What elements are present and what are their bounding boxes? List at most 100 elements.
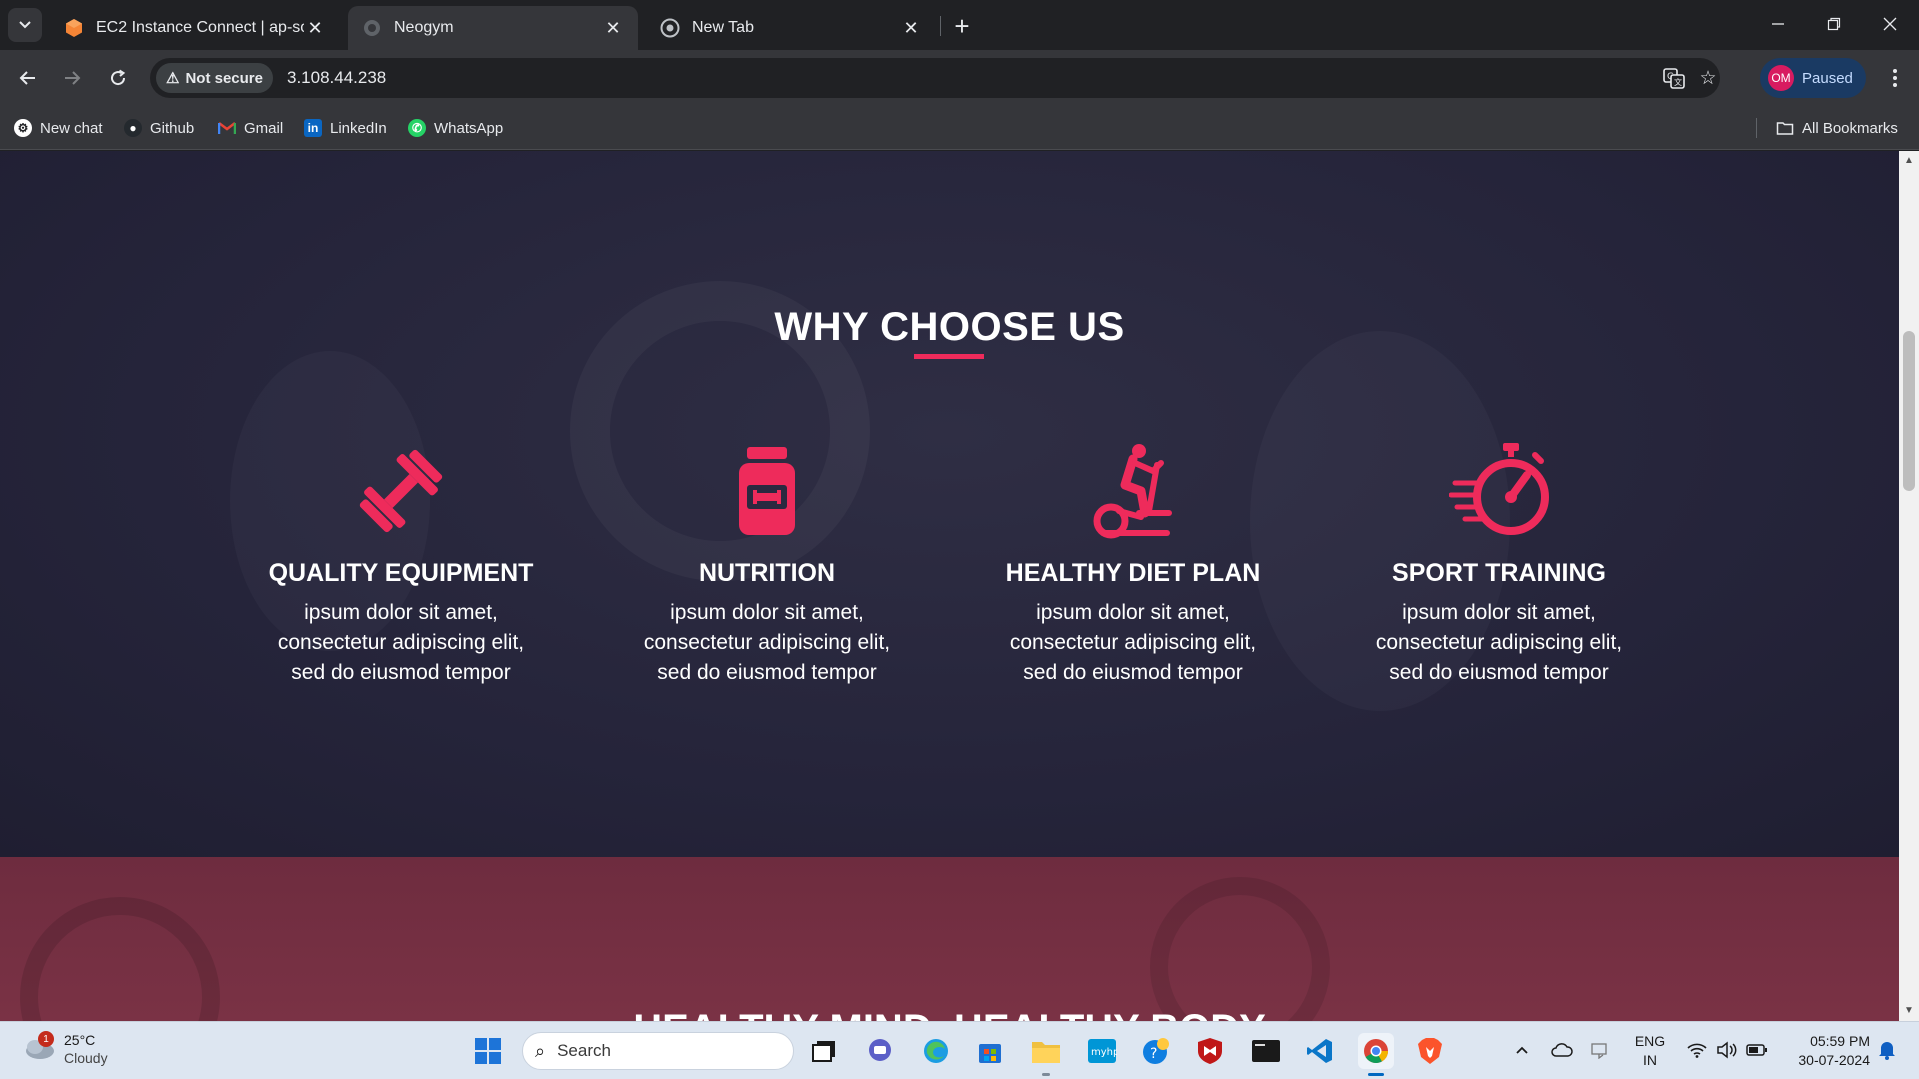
forward-button[interactable]: [54, 60, 90, 96]
folder-icon: [1776, 122, 1794, 135]
onedrive-sync-icon[interactable]: [1548, 1032, 1576, 1068]
reload-button[interactable]: [100, 60, 136, 96]
translate-icon[interactable]: G文: [1662, 66, 1686, 90]
vscode-app[interactable]: [1302, 1033, 1338, 1069]
dumbbell-icon: [359, 449, 443, 533]
wifi-icon[interactable]: [1684, 1032, 1710, 1068]
feature-title: QUALITY EQUIPMENT: [268, 559, 534, 587]
tab-new-tab[interactable]: New Tab ✕: [646, 6, 936, 50]
bookmark-gmail[interactable]: Gmail: [218, 116, 283, 140]
scroll-down-arrow-icon[interactable]: ▼: [1903, 1003, 1915, 1017]
bookmark-whatsapp[interactable]: ✆ WhatsApp: [408, 116, 503, 140]
svg-text:?: ?: [1150, 1046, 1157, 1062]
microsoft-store-app[interactable]: [972, 1033, 1008, 1069]
minimize-button[interactable]: [1754, 8, 1802, 40]
task-view-button[interactable]: [806, 1033, 842, 1069]
security-label: Not secure: [185, 69, 263, 87]
page-scrollbar[interactable]: ▲ ▼: [1899, 151, 1919, 1021]
feature-card: HEALTHY DIET PLAN ipsum dolor sit amet, …: [983, 441, 1283, 688]
file-explorer-app[interactable]: [1028, 1033, 1064, 1076]
description-line: sed do eiusmod tempor: [1023, 661, 1243, 684]
region-code: IN: [1643, 1052, 1657, 1068]
battery-icon[interactable]: [1744, 1032, 1770, 1068]
get-help-app[interactable]: ?: [1138, 1033, 1174, 1069]
feature-card: NUTRITION ipsum dolor sit amet, consecte…: [617, 441, 917, 688]
close-icon[interactable]: ✕: [900, 17, 922, 39]
language-indicator[interactable]: ENG IN: [1630, 1032, 1670, 1070]
aws-cube-icon: [66, 19, 82, 37]
tab-ec2-instance-connect[interactable]: EC2 Instance Connect | ap-south-1 ✕: [50, 6, 340, 50]
tab-neogym[interactable]: Neogym ✕: [348, 6, 638, 50]
close-icon[interactable]: ✕: [304, 17, 326, 39]
section-title: WHY CHOOSE US: [774, 305, 1125, 349]
chrome-icon: [1364, 1039, 1388, 1064]
cloud-icon: 1: [22, 1031, 56, 1063]
bookmark-label: Github: [150, 119, 195, 137]
myhp-icon: myhp: [1088, 1039, 1117, 1063]
app-active-indicator: [1368, 1073, 1384, 1076]
feature-title: SPORT TRAINING: [1392, 559, 1606, 587]
tab-search-button[interactable]: [8, 8, 42, 42]
restore-button[interactable]: [1810, 8, 1858, 40]
description-line: sed do eiusmod tempor: [291, 661, 511, 684]
section-heading: HEALTHY MIND, HEALTHY BODY: [0, 1007, 1899, 1021]
notification-bell-icon[interactable]: [1874, 1032, 1900, 1068]
edge-icon: [924, 1039, 948, 1063]
description-line: ipsum dolor sit amet,: [304, 601, 498, 624]
site-security-chip[interactable]: ⚠ Not secure: [156, 63, 273, 93]
profile-button[interactable]: OM Paused: [1760, 58, 1866, 98]
close-window-button[interactable]: [1866, 8, 1914, 40]
taskbar-search[interactable]: ⌕ Search: [522, 1032, 794, 1070]
page-viewport: WHY CHOOSE US QUALITY EQUIPMENT ipsum do…: [0, 151, 1899, 1021]
bookmark-label: WhatsApp: [434, 119, 504, 137]
description-line: sed do eiusmod tempor: [1389, 661, 1609, 684]
chevron-up-icon: [1516, 1046, 1528, 1054]
weather-widget[interactable]: 1 25°C Cloudy: [22, 1031, 108, 1067]
feature-card: SPORT TRAINING ipsum dolor sit amet, con…: [1349, 441, 1649, 688]
linkedin-icon: in: [304, 119, 322, 137]
browser-menu-button[interactable]: [1880, 60, 1910, 96]
show-hidden-icons-button[interactable]: [1510, 1032, 1534, 1068]
search-icon: ⌕: [535, 1040, 546, 1061]
description-line: ipsum dolor sit amet,: [1036, 601, 1230, 624]
start-button[interactable]: [470, 1033, 506, 1069]
brave-app[interactable]: [1412, 1033, 1448, 1069]
all-bookmarks-button[interactable]: All Bookmarks: [1776, 116, 1898, 140]
new-tab-button[interactable]: +: [946, 10, 978, 42]
url-text[interactable]: 3.108.44.238: [287, 68, 386, 88]
tab-divider: [940, 16, 941, 36]
edge-app[interactable]: [918, 1033, 954, 1069]
scroll-up-arrow-icon[interactable]: ▲: [1903, 153, 1915, 167]
bookmark-new-chat[interactable]: ⚙ New chat: [14, 116, 103, 140]
reload-icon: [111, 69, 126, 86]
bookmark-label: All Bookmarks: [1802, 119, 1898, 137]
svg-text:myhp: myhp: [1091, 1047, 1117, 1058]
clock-time: 05:59 PM: [1810, 1033, 1870, 1049]
bookmarks-divider: [1756, 118, 1757, 138]
bookmark-github[interactable]: ● Github: [124, 116, 194, 140]
description-line: ipsum dolor sit amet,: [1402, 601, 1596, 624]
input-indicator-icon[interactable]: [1588, 1032, 1614, 1068]
system-clock[interactable]: 05:59 PM 30-07-2024: [1780, 1032, 1870, 1070]
scrollbar-thumb[interactable]: [1903, 331, 1915, 491]
close-icon[interactable]: ✕: [602, 17, 624, 39]
bookmark-label: LinkedIn: [330, 119, 387, 137]
bookmark-star-icon[interactable]: ☆: [1696, 66, 1720, 90]
address-bar[interactable]: ⚠ Not secure 3.108.44.238 G文 ☆: [150, 58, 1720, 98]
bookmark-label: New chat: [40, 119, 103, 137]
chevron-down-icon: [19, 21, 31, 29]
teams-chat-app[interactable]: [862, 1033, 898, 1069]
back-button[interactable]: [10, 60, 46, 96]
bookmark-linkedin[interactable]: in LinkedIn: [304, 116, 387, 140]
arrow-right-icon: [65, 71, 81, 85]
volume-icon[interactable]: [1714, 1032, 1740, 1068]
mcafee-app[interactable]: [1192, 1033, 1228, 1069]
terminal-app[interactable]: [1248, 1033, 1284, 1069]
myhp-app[interactable]: myhp: [1084, 1033, 1120, 1069]
gmail-icon: [218, 119, 236, 137]
exercise-bike-icon: [1093, 444, 1172, 539]
windows-taskbar: 1 25°C Cloudy ⌕ Search myhp ? ENG IN 05:…: [0, 1021, 1919, 1079]
chrome-app[interactable]: [1358, 1033, 1394, 1076]
bookmark-label: Gmail: [244, 119, 284, 137]
chatgpt-icon: ⚙: [14, 119, 32, 137]
